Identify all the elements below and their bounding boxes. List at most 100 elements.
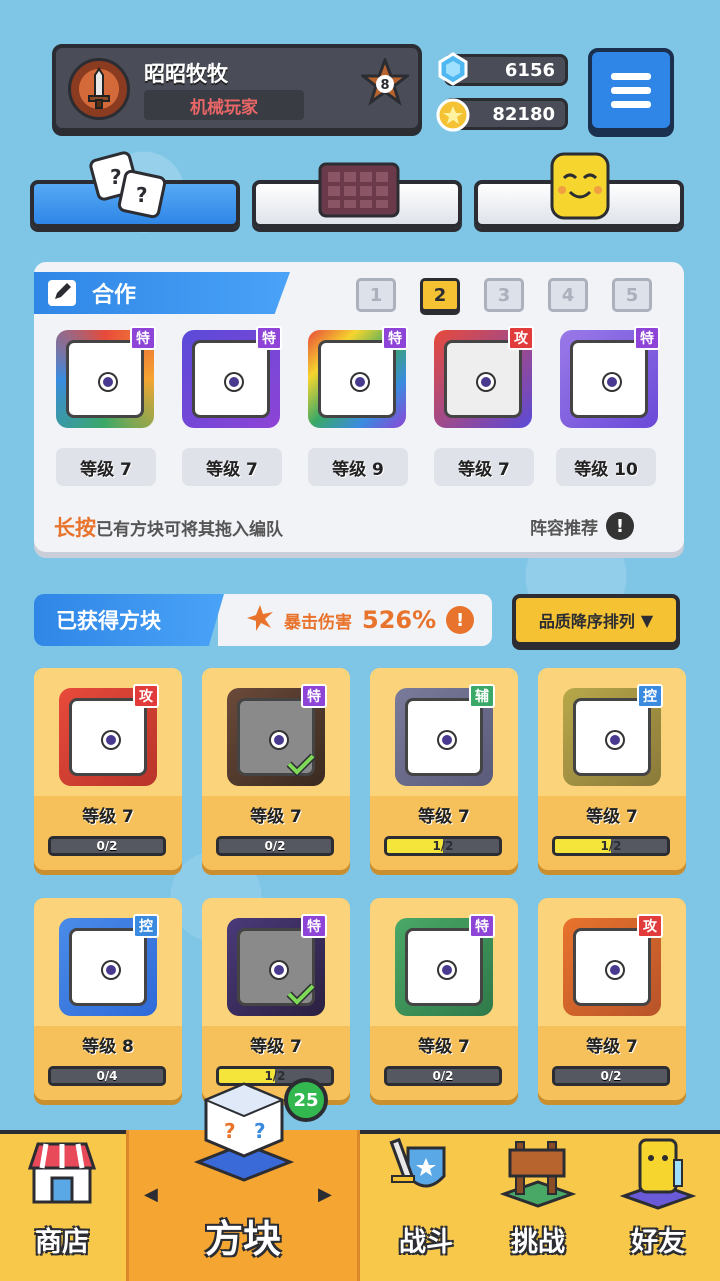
team-page-4[interactable]: 4 (548, 278, 588, 312)
type-badge: 特 (256, 326, 282, 350)
card-level: 等级 7 (586, 807, 638, 827)
dice-face (318, 340, 396, 418)
progress-text: 1/2 (432, 839, 454, 853)
drag-hint: 长按已有方块可将其拖入编队 (54, 512, 283, 542)
collection-card[interactable]: 控等级 7 1/2 (538, 668, 686, 870)
dice-face (444, 340, 522, 418)
sword-shield-icon (388, 1134, 464, 1210)
type-badge: 特 (469, 914, 495, 938)
nav-shop[interactable]: 商店 (2, 1130, 122, 1281)
progress-text: 0/4 (96, 1069, 118, 1083)
menu-line (611, 100, 651, 108)
lineup-recommend-button[interactable]: 阵容推荐 ! (530, 512, 634, 540)
dice-pip (439, 962, 455, 978)
dice-pip (352, 374, 368, 390)
collection-card[interactable]: 特等级 7 1/2 (202, 898, 350, 1100)
signboard-icon (499, 1134, 577, 1210)
team-dice-1[interactable]: 特 (56, 326, 156, 428)
nav-left-arrow[interactable]: ◀ (144, 1184, 158, 1205)
nav-battle[interactable]: 战斗 (366, 1130, 486, 1281)
board-grid-icon (316, 160, 402, 232)
nav-shop-label: 商店 (35, 1227, 89, 1258)
svg-text:?: ? (136, 183, 148, 207)
card-level: 等级 7 (82, 807, 134, 827)
player-title: 机械玩家 (144, 90, 304, 120)
progress-text: 0/2 (432, 1069, 454, 1083)
friend-cube-icon (619, 1134, 697, 1210)
rank-number: 8 (380, 78, 389, 93)
upgrade-progress-bar: 0/2 (48, 836, 166, 856)
team-dice-4[interactable]: 攻 (434, 326, 534, 428)
svg-text:?: ? (110, 165, 122, 189)
upgrade-progress-bar: 1/2 (384, 836, 502, 856)
type-badge: 特 (382, 326, 408, 350)
gem-icon-front (436, 52, 470, 86)
team-dice-level: 等级 7 (182, 448, 282, 486)
collection-card[interactable]: 辅等级 7 1/2 (370, 668, 518, 870)
chevron-down-icon: ▼ (640, 610, 654, 630)
pencil-icon[interactable] (46, 278, 78, 308)
team-dice-5[interactable]: 特 (560, 326, 660, 428)
team-dice-level: 等级 7 (434, 448, 534, 486)
nav-battle-label: 战斗 (399, 1227, 453, 1258)
type-badge: 控 (133, 914, 159, 938)
card-level: 等级 7 (250, 807, 302, 827)
sort-label: 品质降序排列 (538, 612, 635, 631)
checkmark-icon (286, 983, 316, 1006)
upgrade-progress-bar: 0/2 (552, 1066, 670, 1086)
dice-pip (604, 374, 620, 390)
team-dice-3[interactable]: 特 (308, 326, 408, 428)
team-page-3[interactable]: 3 (484, 278, 524, 312)
team-dice-level: 等级 7 (56, 448, 156, 486)
dice-pip (226, 374, 242, 390)
dice-frame: 攻 (59, 684, 159, 786)
team-dice-2[interactable]: 特 (182, 326, 282, 428)
team-page-5[interactable]: 5 (612, 278, 652, 312)
collection-card[interactable]: 控等级 8 0/4 (34, 898, 182, 1100)
type-badge: 攻 (637, 914, 663, 938)
sort-dropdown[interactable]: 品质降序排列 ▼ (512, 594, 680, 646)
nav-right-arrow[interactable]: ▶ (318, 1184, 332, 1205)
nav-challenge-label: 挑战 (511, 1227, 565, 1258)
progress-text: 0/2 (264, 839, 286, 853)
dice-frame: 特 (395, 914, 495, 1016)
nav-dice-label: 方块 (204, 1217, 281, 1261)
team-dice-level: 等级 9 (308, 448, 408, 486)
type-badge: 攻 (508, 326, 534, 350)
crit-damage-box: 暴击伤害 526% ! (218, 594, 492, 646)
crit-info-icon[interactable]: ! (446, 606, 475, 634)
upgrade-progress-bar: 0/2 (216, 836, 334, 856)
info-icon: ! (606, 512, 634, 540)
dice-face (573, 698, 651, 776)
team-page-1[interactable]: 1 (356, 278, 396, 312)
card-level: 等级 7 (418, 1037, 470, 1057)
dice-face (66, 340, 144, 418)
dice-face (573, 928, 651, 1006)
profile-card[interactable]: 昭昭牧牧 机械玩家 8 (52, 44, 422, 132)
upgrade-progress-bar: 0/4 (48, 1066, 166, 1086)
smiley-cube-icon (548, 150, 634, 222)
collection-card[interactable]: 攻等级 7 0/2 (34, 668, 182, 870)
sword-avatar-icon (68, 58, 130, 120)
dice-pip (478, 374, 494, 390)
nav-friends[interactable]: 好友 (598, 1130, 718, 1281)
dice-face (405, 928, 483, 1006)
card-level: 等级 7 (586, 1037, 638, 1057)
type-badge: 控 (637, 684, 663, 708)
dice-pip (439, 732, 455, 748)
team-page-2[interactable]: 2 (420, 278, 460, 312)
dice-frame: 攻 (563, 914, 663, 1016)
crit-label: 暴击伤害 (284, 612, 352, 633)
dice-pip (607, 962, 623, 978)
dice-pip (100, 374, 116, 390)
menu-button[interactable] (588, 48, 674, 132)
collection-card[interactable]: 特等级 7 0/2 (370, 898, 518, 1100)
dice-tower-icon: ? ? (190, 1082, 298, 1182)
checkmark-icon (286, 753, 316, 776)
nav-challenge[interactable]: 挑战 (478, 1130, 598, 1281)
dice-frame: 辅 (395, 684, 495, 786)
crit-value: 526% (362, 606, 437, 634)
menu-line (611, 72, 651, 80)
collection-card[interactable]: 特等级 7 0/2 (202, 668, 350, 870)
collection-card[interactable]: 攻等级 7 0/2 (538, 898, 686, 1100)
